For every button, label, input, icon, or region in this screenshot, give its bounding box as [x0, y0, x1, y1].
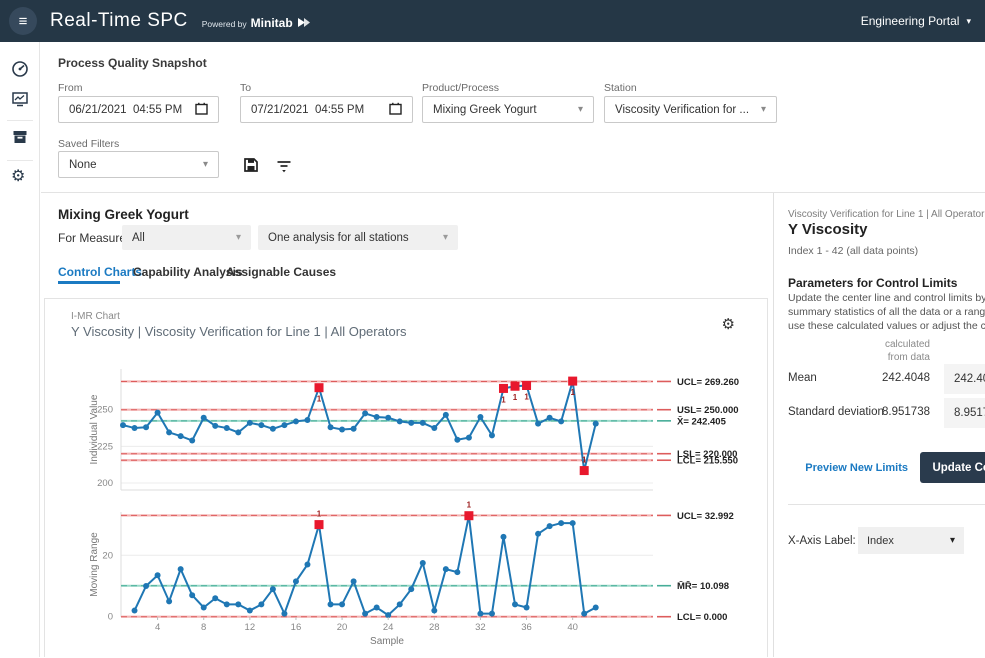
- svg-text:X̄= 242.405: X̄= 242.405: [677, 416, 727, 427]
- svg-text:LCL= 0.000: LCL= 0.000: [677, 612, 727, 623]
- panel-index-info: Index 1 - 42 (all data points): [788, 245, 918, 257]
- svg-text:32: 32: [475, 622, 486, 633]
- update-control-limits-button[interactable]: Update Control Limits: [920, 452, 985, 483]
- chart-settings-gear-icon[interactable]: ⚙: [722, 315, 735, 333]
- x-axis-dropdown[interactable]: Index ▾: [858, 527, 964, 554]
- process-title: Mixing Greek Yogurt: [58, 207, 189, 222]
- sd-calculated-value: 8.951738: [788, 406, 930, 418]
- imr-chart-svg: 250225200111111UCL= 269.260USL= 250.000X…: [45, 354, 767, 658]
- powered-by-label: Powered by: [202, 19, 247, 29]
- svg-text:UCL= 32.992: UCL= 32.992: [677, 511, 734, 522]
- svg-text:UCL= 269.260: UCL= 269.260: [677, 377, 739, 388]
- svg-text:200: 200: [97, 478, 113, 489]
- from-label: From: [58, 82, 83, 94]
- svg-text:16: 16: [291, 622, 302, 633]
- chevron-down-icon: ▾: [203, 159, 208, 170]
- panel-section-title: Parameters for Control Limits: [788, 276, 957, 290]
- calendar-icon[interactable]: [182, 90, 208, 130]
- calculated-from-data-header: calculated from data: [788, 338, 930, 364]
- tab-control-charts[interactable]: Control Charts: [58, 265, 142, 279]
- calendar-icon[interactable]: [376, 90, 402, 130]
- product-process-label: Product/Process: [422, 82, 499, 94]
- from-date-input[interactable]: 06/21/2021 04:55 PM: [58, 96, 219, 123]
- chevron-down-icon: ▾: [761, 104, 766, 115]
- filter-icon[interactable]: [276, 158, 292, 174]
- svg-text:1: 1: [317, 395, 322, 404]
- sd-input[interactable]: [944, 398, 985, 428]
- svg-text:1: 1: [524, 392, 529, 401]
- chevron-down-icon: ▾: [236, 232, 241, 243]
- for-measure-label: For Measure:: [58, 231, 129, 245]
- panel-title: Y Viscosity: [788, 221, 868, 238]
- chevron-down-icon: ▾: [443, 232, 448, 243]
- section-divider: [41, 192, 985, 193]
- portal-dropdown[interactable]: Engineering Portal ▾: [861, 0, 971, 42]
- mean-input[interactable]: [944, 364, 985, 394]
- svg-text:Individual Value: Individual Value: [89, 394, 100, 464]
- dashboard-gauge-icon[interactable]: [11, 60, 29, 78]
- svg-text:LCL= 215.550: LCL= 215.550: [677, 456, 738, 467]
- menu-icon[interactable]: ≡: [9, 7, 37, 35]
- active-tab-underline: [58, 281, 120, 284]
- measure-dropdown[interactable]: All ▾: [122, 225, 251, 250]
- preview-new-limits-link[interactable]: Preview New Limits: [788, 462, 908, 474]
- svg-text:Sample: Sample: [370, 636, 404, 647]
- svg-text:1: 1: [513, 393, 518, 402]
- svg-text:8: 8: [201, 622, 206, 633]
- svg-text:1: 1: [501, 395, 506, 404]
- svg-text:36: 36: [521, 622, 532, 633]
- chevron-down-icon: ▾: [578, 104, 583, 115]
- app-header: ≡ Real-Time SPC Powered by Minitab Engin…: [0, 0, 985, 42]
- svg-text:20: 20: [337, 622, 348, 633]
- station-label: Station: [604, 82, 637, 94]
- to-label: To: [240, 82, 251, 94]
- mean-calculated-value: 242.4048: [788, 372, 930, 384]
- save-filter-icon[interactable]: [243, 157, 259, 173]
- settings-gear-icon[interactable]: ⚙: [11, 168, 29, 186]
- sidebar-divider: [7, 160, 33, 161]
- chart-type-label: I-MR Chart: [71, 311, 120, 322]
- svg-text:M̄R̄= 10.098: M̄R̄= 10.098: [677, 581, 729, 592]
- panel-divider: [773, 193, 774, 657]
- x-axis-label: X-Axis Label:: [788, 535, 856, 547]
- panel-section-divider: [788, 504, 985, 505]
- imr-chart-card: I-MR Chart Y Viscosity | Viscosity Verif…: [44, 298, 768, 657]
- panel-description-line: Update the center line and control limit…: [788, 291, 985, 305]
- chevron-down-icon: ▾: [966, 16, 971, 27]
- svg-text:12: 12: [245, 622, 256, 633]
- station-dropdown[interactable]: Viscosity Verification for ... ▾: [604, 96, 777, 123]
- svg-text:4: 4: [155, 622, 160, 633]
- to-date-input[interactable]: 07/21/2021 04:55 PM: [240, 96, 413, 123]
- app-title: Real-Time SPC: [50, 10, 188, 32]
- svg-text:USL= 250.000: USL= 250.000: [677, 405, 739, 416]
- panel-description-line: use these calculated values or adjust th…: [788, 319, 985, 333]
- panel-subtitle: Viscosity Verification for Line 1 | All …: [788, 209, 984, 220]
- saved-filters-dropdown[interactable]: None ▾: [58, 151, 219, 178]
- svg-text:1: 1: [317, 510, 322, 519]
- minitab-brand: Minitab: [251, 16, 293, 30]
- chevron-down-icon: ▾: [950, 535, 955, 546]
- archive-box-icon[interactable]: [11, 128, 29, 146]
- svg-text:20: 20: [102, 550, 113, 561]
- monitor-chart-icon[interactable]: [11, 90, 29, 108]
- svg-text:1: 1: [570, 388, 575, 397]
- tab-assignable-causes[interactable]: Assignable Causes: [226, 265, 336, 279]
- filters-heading: Process Quality Snapshot: [58, 56, 207, 70]
- svg-text:40: 40: [567, 622, 578, 633]
- svg-text:Moving Range: Moving Range: [89, 532, 100, 597]
- panel-description-line: summary statistics of all the data or a …: [788, 305, 985, 319]
- minitab-logo-icon: [297, 15, 311, 33]
- svg-text:1: 1: [467, 501, 472, 510]
- analysis-dropdown[interactable]: One analysis for all stations ▾: [258, 225, 458, 250]
- product-process-dropdown[interactable]: Mixing Greek Yogurt ▾: [422, 96, 594, 123]
- real-time-spc-app: { "header": { "title": "Real-Time SPC", …: [0, 0, 985, 657]
- svg-text:0: 0: [108, 612, 113, 623]
- svg-text:1: 1: [582, 456, 587, 465]
- svg-text:24: 24: [383, 622, 394, 633]
- chart-title: Y Viscosity | Viscosity Verification for…: [71, 324, 407, 339]
- sidebar-divider: [7, 120, 33, 121]
- saved-filters-label: Saved Filters: [58, 138, 119, 150]
- left-sidebar: ⚙: [0, 42, 40, 657]
- svg-text:28: 28: [429, 622, 440, 633]
